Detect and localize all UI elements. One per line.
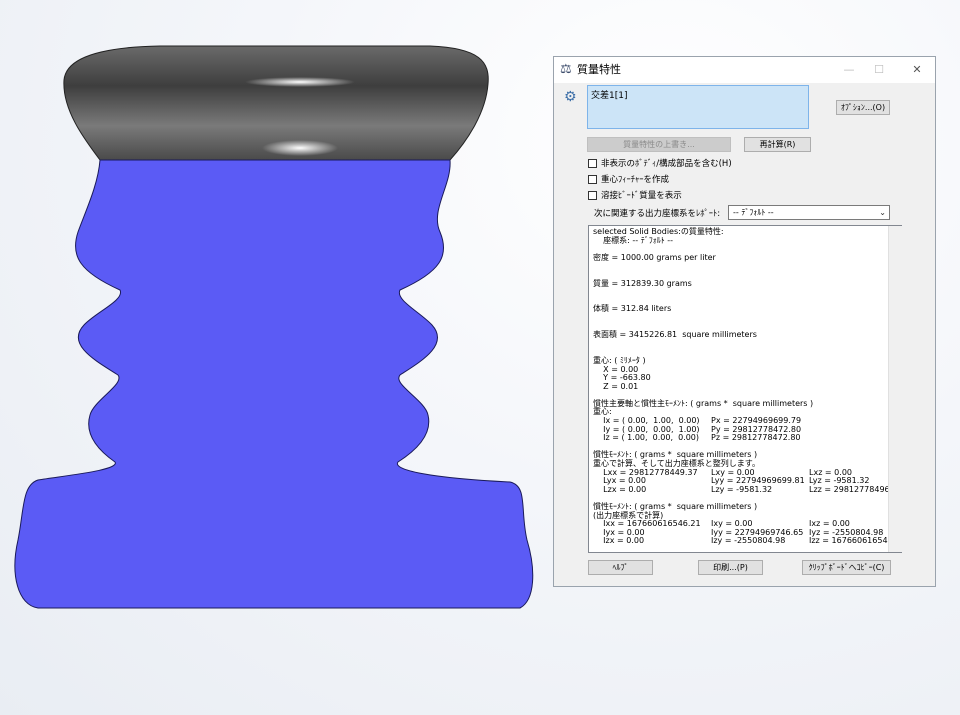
results-text-area[interactable]: selected Solid Bodies:の質量特性: 座標系: -- ﾃﾞﾌ…	[588, 225, 902, 553]
model-viewport[interactable]	[0, 0, 552, 715]
highlight	[245, 77, 355, 87]
maximize-button[interactable]: ☐	[868, 61, 890, 79]
checkbox-label: 溶接ﾋﾞｰﾄﾞ質量を表示	[601, 191, 682, 201]
moi-cell: Izy = -2550804.98	[711, 536, 786, 546]
selection-list[interactable]: 交差1[1]	[587, 85, 809, 129]
model-body	[14, 159, 534, 609]
moi-row: Lzx = 0.00 Lzy = -9581.32 Lzz = 29812778…	[593, 484, 901, 495]
close-button[interactable]: ✕	[906, 61, 928, 79]
selected-item[interactable]: 交差1[1]	[591, 91, 627, 101]
title-bar[interactable]: ⚖ 質量特性 — ☐ ✕	[554, 57, 935, 83]
results-scrollbar[interactable]	[888, 226, 902, 552]
scale-icon: ⚖	[560, 62, 572, 77]
checkbox-label: 非表示のﾎﾞﾃﾞｨ/構成部品を含む(H)	[601, 159, 732, 169]
copy-clipboard-button[interactable]: ｸﾘｯﾌﾟﾎﾞｰﾄﾞへｺﾋﾟｰ(C)	[802, 560, 891, 575]
moi-cell: Lzy = -9581.32	[711, 484, 773, 494]
volume-value: 体積 = 312.84 liters	[593, 304, 672, 314]
checkbox-box[interactable]	[588, 174, 597, 184]
moi-row: Izx = 0.00 Izy = -2550804.98 Izz = 16766…	[593, 536, 901, 546]
checkbox-label: 重心ﾌｨｰﾁｬｰを作成	[601, 175, 670, 185]
principal-axes-title: 慣性主要軸と慣性主ﾓｰﾒﾝﾄ: ( grams * square millime…	[593, 398, 814, 408]
show-weld-bead-checkbox[interactable]: 溶接ﾋﾞｰﾄﾞ質量を表示	[588, 189, 682, 201]
com-z: Z = 0.01	[593, 381, 639, 391]
principal-moment: Pz = 29812778472.80	[711, 433, 801, 443]
options-button[interactable]: ｵﾌﾟｼｮﾝ...(O)	[836, 100, 890, 115]
surface-area-value: 表面積 = 3415226.81 square millimeters	[593, 330, 757, 340]
moi-cell: Lzx = 0.00	[593, 484, 647, 494]
override-mass-button[interactable]: 質量特性の上書き...	[587, 137, 731, 152]
coord-system-select[interactable]: -- ﾃﾞﾌｫﾙﾄ -- ⌄	[728, 205, 890, 220]
com-y: Y = -663.80	[593, 373, 651, 383]
coord-system-label: 次に関連する出力座標系をﾚﾎﾟｰﾄ:	[594, 209, 721, 219]
coord-system-value: -- ﾃﾞﾌｫﾙﾄ --	[733, 208, 774, 217]
moi-cell: Izx = 0.00	[593, 536, 645, 546]
parts-icon: ⚙	[564, 89, 577, 105]
create-com-feature-checkbox[interactable]: 重心ﾌｨｰﾁｬｰを作成	[588, 173, 669, 185]
chevron-down-icon[interactable]: ⌄	[879, 206, 886, 219]
mass-properties-dialog: ⚖ 質量特性 — ☐ ✕ ⚙ 交差1[1] ｵﾌﾟｼｮﾝ...(O) 質量特性の…	[553, 56, 936, 587]
checkbox-box[interactable]	[588, 190, 597, 200]
help-button[interactable]: ﾍﾙﾌﾟ	[588, 560, 653, 575]
checkbox-box[interactable]	[588, 158, 597, 168]
include-hidden-checkbox[interactable]: 非表示のﾎﾞﾃﾞｨ/構成部品を含む(H)	[588, 157, 732, 169]
results-coord: 座標系: -- ﾃﾞﾌｫﾙﾄ --	[593, 235, 674, 245]
print-button[interactable]: 印刷...(P)	[698, 560, 763, 575]
principal-axis-row: Iz = ( 1.00, 0.00, 0.00) Pz = 2981277847…	[593, 434, 897, 443]
density-value: 密度 = 1000.00 grams per liter	[593, 252, 716, 262]
axis-vector: Iz = ( 1.00, 0.00, 0.00)	[593, 433, 699, 443]
recalculate-button[interactable]: 再計算(R)	[744, 137, 811, 152]
center-of-mass-title: 重心: ( ﾐﾘﾒｰﾀ )	[593, 355, 646, 365]
mass-value: 質量 = 312839.30 grams	[593, 278, 692, 288]
window-title: 質量特性	[577, 63, 621, 76]
minimize-button[interactable]: —	[838, 61, 860, 79]
highlight	[262, 140, 338, 156]
